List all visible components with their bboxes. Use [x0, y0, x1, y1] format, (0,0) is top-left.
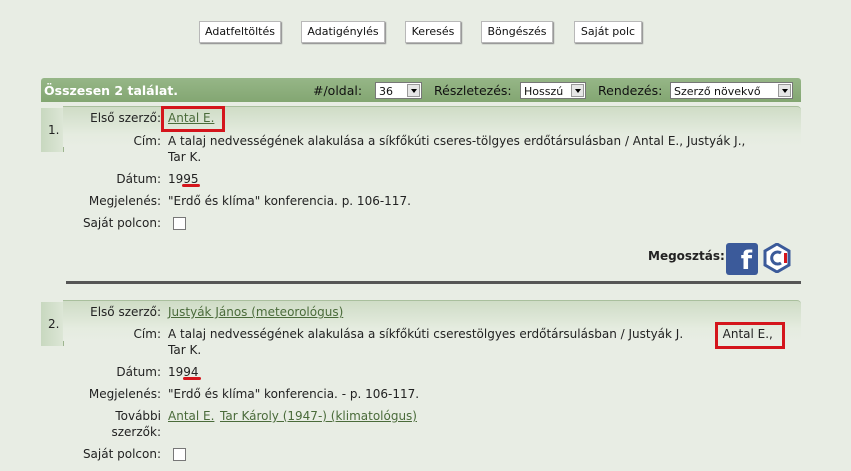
per-page-select[interactable]: 36: [375, 82, 422, 99]
detail-select[interactable]: Hosszú: [520, 82, 586, 99]
results-count: Összesen 2 találat.: [44, 83, 179, 98]
own-shelf-row: Saját polcon:: [0, 215, 851, 231]
other-authors-row: További szerzők: Antal E. Tar Károly (19…: [0, 408, 851, 440]
search-button[interactable]: Keresés: [405, 21, 461, 43]
detail-value: Hosszú: [524, 85, 564, 98]
own-shelf-button[interactable]: Saját polc: [574, 21, 642, 43]
chevron-down-icon: [778, 84, 791, 97]
top-nav: Adatfeltöltés Adatigénylés Keresés Böngé…: [0, 21, 851, 43]
title-row: Cím: A talaj nedvességének alakulása a s…: [0, 133, 851, 165]
title-label: Cím:: [133, 327, 161, 341]
facebook-icon[interactable]: f: [726, 243, 758, 276]
highlight-underline: [182, 184, 200, 187]
date-row: Dátum: 1995: [0, 171, 851, 187]
first-author-row: Első szerző: Antal E.: [0, 110, 851, 126]
other-author-link[interactable]: Tar Károly (1947-) (klimatológus): [220, 408, 417, 424]
other-authors-label: További: [115, 409, 161, 423]
date-value: 1994: [168, 365, 199, 379]
highlight-underline: [183, 377, 201, 380]
share-service-icon[interactable]: [762, 243, 792, 273]
title-line-2: Tar K.: [168, 343, 202, 357]
record-separator: [66, 281, 801, 284]
upload-button[interactable]: Adatfeltöltés: [199, 21, 281, 43]
per-page-value: 36: [379, 85, 393, 98]
per-page-label: #/oldal:: [313, 83, 363, 98]
other-authors-label: szerzők:: [111, 425, 162, 439]
own-shelf-row: Saját polcon:: [0, 446, 851, 462]
highlight-box: [161, 106, 225, 132]
own-shelf-label: Saját polcon:: [82, 216, 161, 230]
detail-label: Részletezés:: [434, 83, 512, 98]
first-author-label: Első szerző:: [90, 111, 161, 125]
own-shelf-checkbox[interactable]: [173, 448, 186, 461]
publication-value: "Erdő és klíma" konferencia. - p. 106-11…: [168, 387, 420, 401]
data-request-button[interactable]: Adatigénylés: [301, 21, 385, 43]
own-shelf-checkbox[interactable]: [173, 217, 186, 230]
chevron-down-icon: [407, 84, 420, 97]
date-label: Dátum:: [116, 365, 161, 379]
first-author-row: Első szerző: Justyák János (meteorológus…: [0, 304, 851, 320]
title-line-1: A talaj nedvességének alakulása a síkfők…: [168, 134, 746, 148]
highlight-box: [715, 322, 785, 349]
browse-button[interactable]: Böngészés: [481, 21, 553, 43]
date-label: Dátum:: [116, 172, 161, 186]
sort-select[interactable]: Szerző növekvő: [670, 82, 793, 99]
title-line-2: Tar K.: [168, 150, 202, 164]
date-value: 1995: [168, 172, 199, 186]
publication-row: Megjelenés: "Erdő és klíma" konferencia.…: [0, 386, 851, 402]
first-author-label: Első szerző:: [90, 305, 161, 319]
share-label: Megosztás:: [648, 249, 725, 263]
publication-row: Megjelenés: "Erdő és klíma" konferencia.…: [0, 193, 851, 209]
date-row: Dátum: 1994: [0, 364, 851, 380]
other-author-link[interactable]: Antal E.: [168, 408, 214, 424]
chevron-down-icon: [571, 84, 584, 97]
sort-label: Rendezés:: [598, 83, 663, 98]
title-label: Cím:: [133, 134, 161, 148]
sort-value: Szerző növekvő: [674, 85, 761, 98]
title-line-1: A talaj nedvességének alakulása a síkfők…: [168, 327, 684, 341]
publication-label: Megjelenés:: [88, 194, 161, 208]
own-shelf-label: Saját polcon:: [82, 447, 161, 461]
publication-value: "Erdő és klíma" konferencia. p. 106-117.: [168, 194, 411, 208]
results-header: Összesen 2 találat. #/oldal: 36 Részlete…: [41, 78, 801, 102]
first-author-link[interactable]: Justyák János (meteorológus): [168, 304, 343, 320]
publication-label: Megjelenés:: [88, 387, 161, 401]
